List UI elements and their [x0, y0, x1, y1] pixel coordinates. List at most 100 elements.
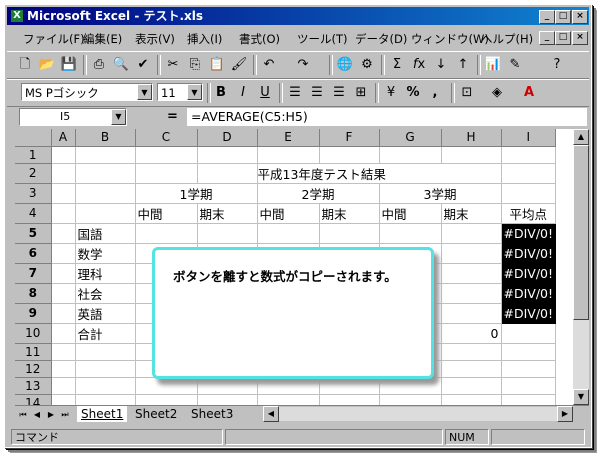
drawing-icon[interactable]: ✎ [505, 55, 525, 75]
column-header[interactable]: A [51, 129, 76, 147]
scroll-thumb[interactable] [573, 145, 589, 320]
row-header[interactable]: 6 [15, 243, 52, 264]
row-header[interactable]: 10 [15, 323, 52, 344]
column-header[interactable]: D [197, 129, 258, 147]
row-header[interactable]: 14 [15, 394, 52, 405]
column-header[interactable]: G [379, 129, 442, 147]
menu-tools[interactable]: ツール(T) [297, 31, 348, 47]
row-header[interactable]: 11 [15, 343, 52, 361]
horizontal-scrollbar[interactable]: ◀ ▶ [263, 406, 573, 422]
name-box[interactable]: I5 ▼ [19, 108, 127, 126]
row-header[interactable]: 2 [15, 163, 52, 184]
comma-button[interactable]: , [425, 83, 445, 103]
subheader-cell[interactable]: 中間 [135, 203, 198, 224]
subheader-cell[interactable]: 期末 [441, 203, 502, 224]
doc-restore-button[interactable]: □ [555, 31, 571, 45]
close-button[interactable]: × [572, 10, 588, 24]
function-icon[interactable]: fx [409, 55, 429, 75]
column-header[interactable]: C [135, 129, 198, 147]
prev-sheet-icon[interactable]: ◀ [31, 408, 43, 421]
percent-button[interactable]: % [403, 83, 423, 103]
subject-cell[interactable]: 合計 [75, 323, 136, 344]
undo-icon[interactable]: ↶ [259, 55, 279, 75]
open-icon[interactable]: 📂 [37, 55, 57, 75]
sort-descending-icon[interactable]: ↑ [453, 55, 473, 75]
next-sheet-icon[interactable]: ▶ [45, 408, 57, 421]
subheader-cell[interactable]: 期末 [319, 203, 380, 224]
subheader-cell[interactable]: 期末 [197, 203, 258, 224]
italic-button[interactable]: I [233, 83, 253, 103]
redo-icon[interactable]: ↷ [293, 55, 313, 75]
menu-edit[interactable]: 編集(E) [83, 31, 122, 47]
hyperlink-icon[interactable]: 🌐 [335, 55, 355, 75]
row-header[interactable]: 13 [15, 377, 52, 395]
first-sheet-icon[interactable]: ⏮ [17, 408, 29, 421]
menu-format[interactable]: 書式(O) [239, 31, 280, 47]
scroll-up-icon[interactable]: ▲ [573, 129, 589, 145]
row-header[interactable]: 8 [15, 283, 52, 304]
borders-icon[interactable]: ⊡ [457, 83, 477, 103]
row-header[interactable]: 3 [15, 183, 52, 204]
cut-icon[interactable]: ✂ [163, 55, 183, 75]
last-sheet-icon[interactable]: ⏭ [59, 408, 71, 421]
chart-wizard-icon[interactable]: 📊 [483, 55, 503, 75]
currency-icon[interactable]: ¥ [381, 83, 401, 103]
paste-icon[interactable]: 📋 [207, 55, 227, 75]
avg-result-cell[interactable]: #DIV/0! [501, 283, 557, 304]
copy-icon[interactable]: ⎘ [185, 55, 205, 75]
column-header[interactable]: E [257, 129, 320, 147]
new-icon[interactable]: 🗋 [15, 55, 35, 75]
sort-ascending-icon[interactable]: ↓ [431, 55, 451, 75]
tab-sheet1[interactable]: Sheet1 [77, 406, 128, 422]
column-header[interactable]: B [75, 129, 136, 147]
column-header[interactable]: H [441, 129, 502, 147]
scroll-down-icon[interactable]: ▼ [573, 389, 589, 405]
term-header-cell[interactable]: 1学期 [135, 183, 258, 204]
subject-cell[interactable]: 英語 [75, 303, 136, 324]
avg-result-cell[interactable]: #DIV/0! [501, 243, 557, 264]
formula-input[interactable]: =AVERAGE(C5:H5) [187, 108, 587, 126]
doc-close-button[interactable]: × [572, 31, 588, 45]
tab-sheet3[interactable]: Sheet3 [187, 406, 237, 422]
vertical-scrollbar[interactable]: ▲ ▼ [573, 129, 589, 405]
menu-view[interactable]: 表示(V) [135, 31, 175, 47]
tab-sheet2[interactable]: Sheet2 [131, 406, 181, 422]
save-icon[interactable]: 💾 [59, 55, 79, 75]
edit-formula-button[interactable]: = [167, 109, 178, 124]
subject-cell[interactable]: 社会 [75, 283, 136, 304]
font-color-icon[interactable]: A [519, 83, 539, 103]
chevron-down-icon[interactable]: ▼ [187, 84, 202, 100]
subheader-cell[interactable]: 中間 [379, 203, 442, 224]
subject-cell[interactable]: 国語 [75, 223, 136, 244]
underline-button[interactable]: U [255, 83, 275, 103]
row-header[interactable]: 5 [15, 223, 52, 244]
sheet-title-cell[interactable]: 平成13年度テスト結果 [257, 163, 502, 184]
column-header[interactable]: I [501, 129, 557, 147]
print-preview-icon[interactable]: 🔍 [111, 55, 131, 75]
align-left-icon[interactable]: ☰ [285, 83, 305, 103]
term-header-cell[interactable]: 3学期 [379, 183, 502, 204]
menu-window[interactable]: ウィンドウ(W) [411, 31, 489, 47]
menu-data[interactable]: データ(D) [355, 31, 407, 47]
align-center-icon[interactable]: ☰ [307, 83, 327, 103]
row-header[interactable]: 4 [15, 203, 52, 224]
scroll-left-icon[interactable]: ◀ [263, 406, 279, 422]
align-right-icon[interactable]: ☰ [329, 83, 349, 103]
term-header-cell[interactable]: 2学期 [257, 183, 380, 204]
select-all-corner[interactable] [15, 129, 52, 147]
avg-result-cell[interactable]: #DIV/0! [501, 303, 557, 324]
subject-cell[interactable]: 理科 [75, 263, 136, 284]
doc-minimize-button[interactable]: _ [539, 31, 555, 45]
chevron-down-icon[interactable]: ▼ [137, 84, 152, 100]
font-size-select[interactable]: 11 ▼ [157, 83, 203, 101]
menu-file[interactable]: ファイル(F) [23, 31, 85, 47]
menu-help[interactable]: ヘルプ(H) [481, 31, 533, 47]
row-header[interactable]: 7 [15, 263, 52, 284]
print-icon[interactable]: ⎙ [89, 55, 109, 75]
autosum-icon[interactable]: Σ [387, 55, 407, 75]
minimize-button[interactable]: _ [539, 10, 555, 24]
fill-color-icon[interactable]: ◈ [487, 83, 507, 103]
subject-cell[interactable]: 数学 [75, 243, 136, 264]
total-cell[interactable]: 0 [441, 323, 502, 344]
maximize-button[interactable]: □ [555, 10, 571, 24]
